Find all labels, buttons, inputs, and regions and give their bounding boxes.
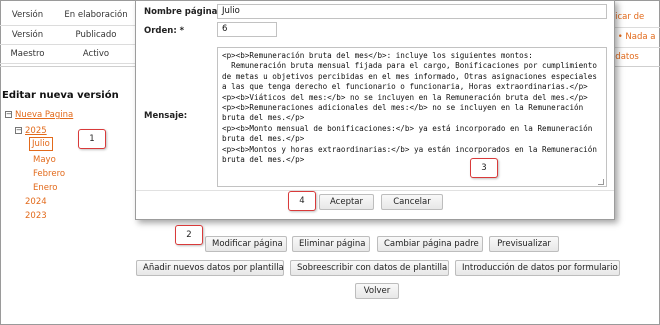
- tree-label[interactable]: Febrero: [33, 169, 65, 179]
- tree-label[interactable]: Mayo: [33, 155, 56, 165]
- delete-page-button[interactable]: Eliminar página: [292, 236, 370, 252]
- overwrite-template-button[interactable]: Sobreescribir con datos de plantilla: [290, 260, 449, 276]
- message-label: Mensaje:: [144, 111, 188, 121]
- table-row: Versión En elaboración: [0, 6, 137, 26]
- back-button[interactable]: Volver: [355, 283, 399, 299]
- status-state: Activo: [55, 44, 137, 64]
- tree-node-febrero[interactable]: Febrero: [33, 169, 65, 179]
- annotation-marker-3: 3: [470, 158, 498, 178]
- tree-node-2024[interactable]: 2024: [25, 197, 47, 207]
- table-row: Versión Publicado: [0, 25, 137, 45]
- modify-page-button[interactable]: Modificar página: [205, 236, 287, 252]
- tree-node-2023[interactable]: 2023: [25, 211, 47, 221]
- message-textarea[interactable]: <p><b>Remuneración bruta del mes</b>: in…: [217, 47, 607, 187]
- preview-button[interactable]: Previsualizar: [489, 236, 559, 252]
- collapse-icon[interactable]: −: [5, 111, 12, 118]
- tree-label[interactable]: 2024: [25, 197, 47, 207]
- divider: [0, 66, 137, 67]
- tree-label[interactable]: Enero: [33, 183, 58, 193]
- annotation-marker-2: 2: [175, 225, 203, 245]
- annotation-marker-1: 1: [78, 129, 106, 149]
- resize-grip-icon[interactable]: [598, 179, 604, 185]
- form-data-entry-button[interactable]: Introducción de datos por formulario: [455, 260, 620, 276]
- status-table: Versión En elaboración Versión Publicado…: [0, 6, 137, 64]
- section-title: Editar nueva versión: [2, 90, 119, 101]
- page-name-label: Nombre página: *: [144, 7, 229, 17]
- add-template-data-button[interactable]: Añadir nuevos datos por plantilla: [136, 260, 284, 276]
- accept-button[interactable]: Aceptar: [319, 194, 374, 210]
- tree-node-enero[interactable]: Enero: [33, 183, 58, 193]
- tree-label[interactable]: 2023: [25, 211, 47, 221]
- change-parent-button[interactable]: Cambiar página padre: [377, 236, 483, 252]
- tree-node-julio[interactable]: Julio: [29, 137, 53, 151]
- annotation-marker-4: 4: [288, 191, 316, 211]
- tree-node-2025[interactable]: −2025: [15, 126, 47, 136]
- tree-label[interactable]: Julio: [29, 137, 53, 151]
- page-name-input[interactable]: Julio: [217, 4, 607, 19]
- status-state: En elaboración: [55, 6, 137, 26]
- divider: [136, 190, 614, 191]
- status-name: Versión: [0, 6, 55, 26]
- status-name: Maestro: [0, 44, 55, 64]
- tree-label[interactable]: 2025: [25, 126, 47, 136]
- order-label: Orden: *: [144, 26, 185, 36]
- status-state: Publicado: [55, 25, 137, 45]
- status-name: Versión: [0, 25, 55, 45]
- table-row: Maestro Activo: [0, 44, 137, 64]
- tree-node-root[interactable]: − Nueva Pagina: [5, 110, 73, 120]
- order-input[interactable]: 6: [217, 22, 277, 37]
- collapse-icon[interactable]: −: [15, 127, 22, 134]
- edit-page-dialog: Nombre página: * Julio Orden: * 6 Mensaj…: [135, 0, 615, 220]
- tree-node-mayo[interactable]: Mayo: [33, 155, 56, 165]
- cancel-button[interactable]: Cancelar: [381, 194, 443, 210]
- tree-label[interactable]: Nueva Pagina: [15, 110, 73, 120]
